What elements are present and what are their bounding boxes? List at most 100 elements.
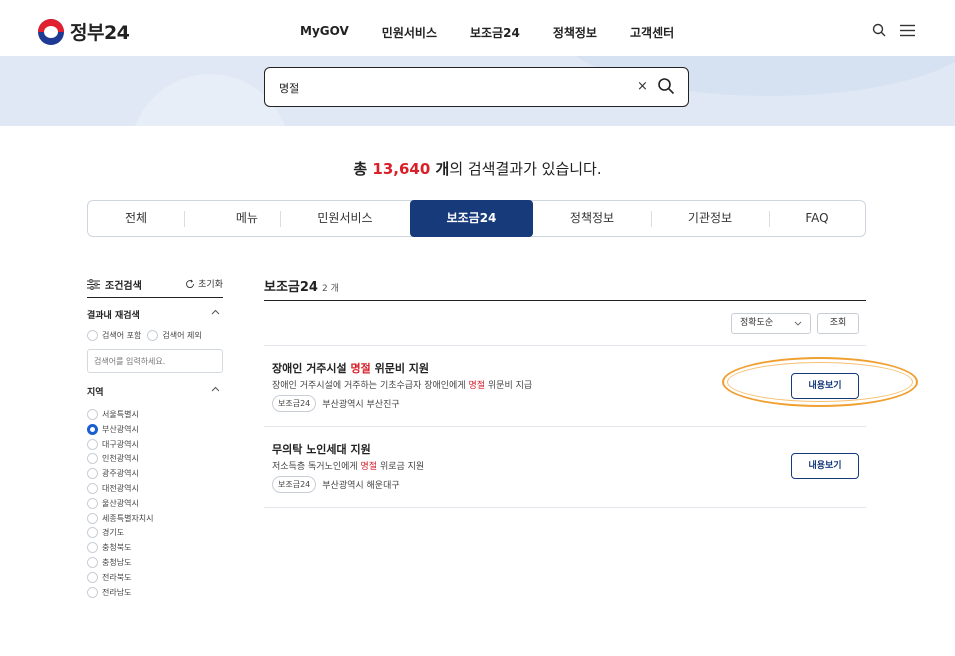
hamburger-menu-icon[interactable] <box>900 22 915 41</box>
result-meta: 보조금24 부산광역시 해운대구 <box>272 476 400 493</box>
view-details-button[interactable]: 내용보기 <box>791 453 859 479</box>
result-item: 장애인 거주시설 명절 위문비 지원 장애인 거주시설에 거주하는 기초수급자 … <box>264 346 866 427</box>
region-list: 서울특별시 부산광역시 대구광역시 인천광역시 광주광역시 대전광역시 울산광역… <box>87 409 223 598</box>
nav-mygov[interactable]: MyGOV <box>300 24 349 41</box>
region-radio[interactable]: 경기도 <box>87 527 217 539</box>
radio-dot <box>87 571 98 583</box>
radio-label: 인천광역시 <box>102 454 139 464</box>
radio-include-keyword[interactable]: 검색어 포함 <box>87 330 141 341</box>
radio-dot <box>87 542 98 554</box>
results-panel: 보조금24 2 개 정확도순 조회 장애인 거주시설 명절 위문비 지원 장애인 … <box>264 276 866 508</box>
region-radio[interactable]: 충청북도 <box>87 542 217 554</box>
region-radio[interactable]: 서울특별시 <box>87 409 217 420</box>
desc-text: 장애인 거주시설에 거주하는 기초수급자 장애인에게 <box>272 381 469 391</box>
title-text: 장애인 거주시설 <box>272 362 351 375</box>
desc-text: 위문비 지급 <box>485 381 533 391</box>
title-text: 위문비 지원 <box>370 362 430 375</box>
region-radio[interactable]: 전라북도 <box>87 571 217 583</box>
category-badge: 보조금24 <box>272 395 317 412</box>
filter-header: 조건검색 초기화 <box>87 276 223 298</box>
radio-dot <box>87 527 98 539</box>
result-item: 무의탁 노인세대 지원 저소득층 독거노인에게 명절 위로금 지원 보조금24 … <box>264 427 866 508</box>
nav-customer-center[interactable]: 고객센터 <box>630 24 674 41</box>
nav-civil-service[interactable]: 민원서비스 <box>382 24 437 41</box>
result-description: 장애인 거주시설에 거주하는 기초수급자 장애인에게 명절 위문비 지급 <box>272 378 532 391</box>
radio-dot <box>87 497 98 509</box>
result-count: 13,640 <box>372 160 431 178</box>
refresh-icon <box>186 279 195 288</box>
nav-policy-info[interactable]: 정책정보 <box>553 24 597 41</box>
search-icon[interactable] <box>872 22 886 41</box>
chevron-up-icon[interactable] <box>211 385 220 395</box>
radio-dot <box>87 438 98 450</box>
region-radio[interactable]: 대구광역시 <box>87 438 217 450</box>
radio-label: 충청북도 <box>102 543 132 553</box>
region-radio[interactable]: 전라남도 <box>87 586 217 598</box>
results-title: 보조금24 <box>264 280 318 295</box>
tab-subsidy24[interactable]: 보조금24 <box>410 200 533 237</box>
result-summary: 총 13,640 개의 검색결과가 있습니다. <box>0 158 955 179</box>
region-radio-selected[interactable]: 부산광역시 <box>87 423 217 435</box>
category-badge: 보조금24 <box>272 476 317 493</box>
summary-suffix: 의 검색결과가 있습니다. <box>449 160 602 178</box>
region-radio[interactable]: 광주광역시 <box>87 468 217 480</box>
result-title[interactable]: 무의탁 노인세대 지원 <box>272 441 371 457</box>
reset-button[interactable]: 초기화 <box>185 277 223 290</box>
radio-label: 충청남도 <box>102 557 132 567</box>
filter-label: 조건검색 <box>105 281 142 292</box>
radio-dot <box>87 556 98 568</box>
tab-faq[interactable]: FAQ <box>769 201 865 236</box>
result-title[interactable]: 장애인 거주시설 명절 위문비 지원 <box>272 360 429 376</box>
region-radio[interactable]: 대전광역시 <box>87 482 217 494</box>
radio-dot <box>87 468 98 480</box>
results-toolbar: 정확도순 조회 <box>264 301 866 346</box>
chevron-up-icon[interactable] <box>211 308 220 318</box>
tab-civil-service[interactable]: 민원서비스 <box>280 201 410 236</box>
radio-label: 검색어 포함 <box>102 331 142 340</box>
summary-unit: 개 <box>430 160 450 178</box>
reset-label: 초기화 <box>198 280 223 290</box>
result-tabs: 전체 메뉴 민원서비스 보조금24 정책정보 기관정보 FAQ <box>87 200 866 237</box>
filter-sidebar: 조건검색 초기화 결과내 재검색 검색어 포함 검색어 제외 지역 서울특별시 … <box>87 276 223 601</box>
title-highlight: 명절 <box>350 362 371 375</box>
radio-exclude-keyword[interactable]: 검색어 제외 <box>147 330 202 341</box>
title-text: 무의탁 노인세대 지원 <box>272 443 371 456</box>
search-submit-icon[interactable] <box>657 77 675 99</box>
tab-menu[interactable]: 메뉴 <box>184 201 280 236</box>
refine-options: 검색어 포함 검색어 제외 <box>87 330 223 341</box>
logo-text: 정부24 <box>70 22 130 44</box>
site-logo[interactable]: 정부24 <box>38 18 130 45</box>
radio-label: 세종특별자치시 <box>102 513 154 523</box>
radio-dot <box>147 330 159 341</box>
result-meta: 보조금24 부산광역시 부산진구 <box>272 395 400 412</box>
tab-agency-info[interactable]: 기관정보 <box>651 201 769 236</box>
radio-label: 광주광역시 <box>102 469 139 479</box>
nav-subsidy24[interactable]: 보조금24 <box>470 24 520 41</box>
region-radio[interactable]: 세종특별자치시 <box>87 512 217 524</box>
view-details-button[interactable]: 내용보기 <box>791 373 859 399</box>
search-input[interactable] <box>279 78 619 98</box>
region-radio[interactable]: 인천광역시 <box>87 453 217 465</box>
region-radio[interactable]: 충청남도 <box>87 556 217 568</box>
radio-dot <box>87 453 98 465</box>
region-radio[interactable]: 울산광역시 <box>87 497 217 509</box>
tab-all[interactable]: 전체 <box>88 201 184 236</box>
desc-highlight: 명절 <box>360 462 378 472</box>
radio-dot <box>87 586 98 598</box>
refine-section-title: 결과내 재검색 <box>87 308 223 321</box>
results-header: 보조금24 2 개 <box>264 276 866 301</box>
tab-policy-info[interactable]: 정책정보 <box>533 201 651 236</box>
refine-title: 결과내 재검색 <box>87 311 140 321</box>
sliders-icon <box>87 279 100 290</box>
radio-label: 부산광역시 <box>102 424 139 434</box>
result-location: 부산광역시 해운대구 <box>322 481 400 491</box>
sort-select[interactable]: 정확도순 <box>731 313 811 334</box>
desc-highlight: 명절 <box>468 381 486 391</box>
filter-title: 조건검색 <box>87 277 142 292</box>
refine-search-input[interactable] <box>87 349 223 373</box>
result-location: 부산광역시 부산진구 <box>322 400 400 410</box>
query-button[interactable]: 조회 <box>817 313 859 334</box>
desc-text: 위로금 지원 <box>377 462 425 472</box>
desc-text: 저소득층 독거노인에게 <box>272 462 361 472</box>
clear-icon[interactable]: × <box>637 79 648 94</box>
